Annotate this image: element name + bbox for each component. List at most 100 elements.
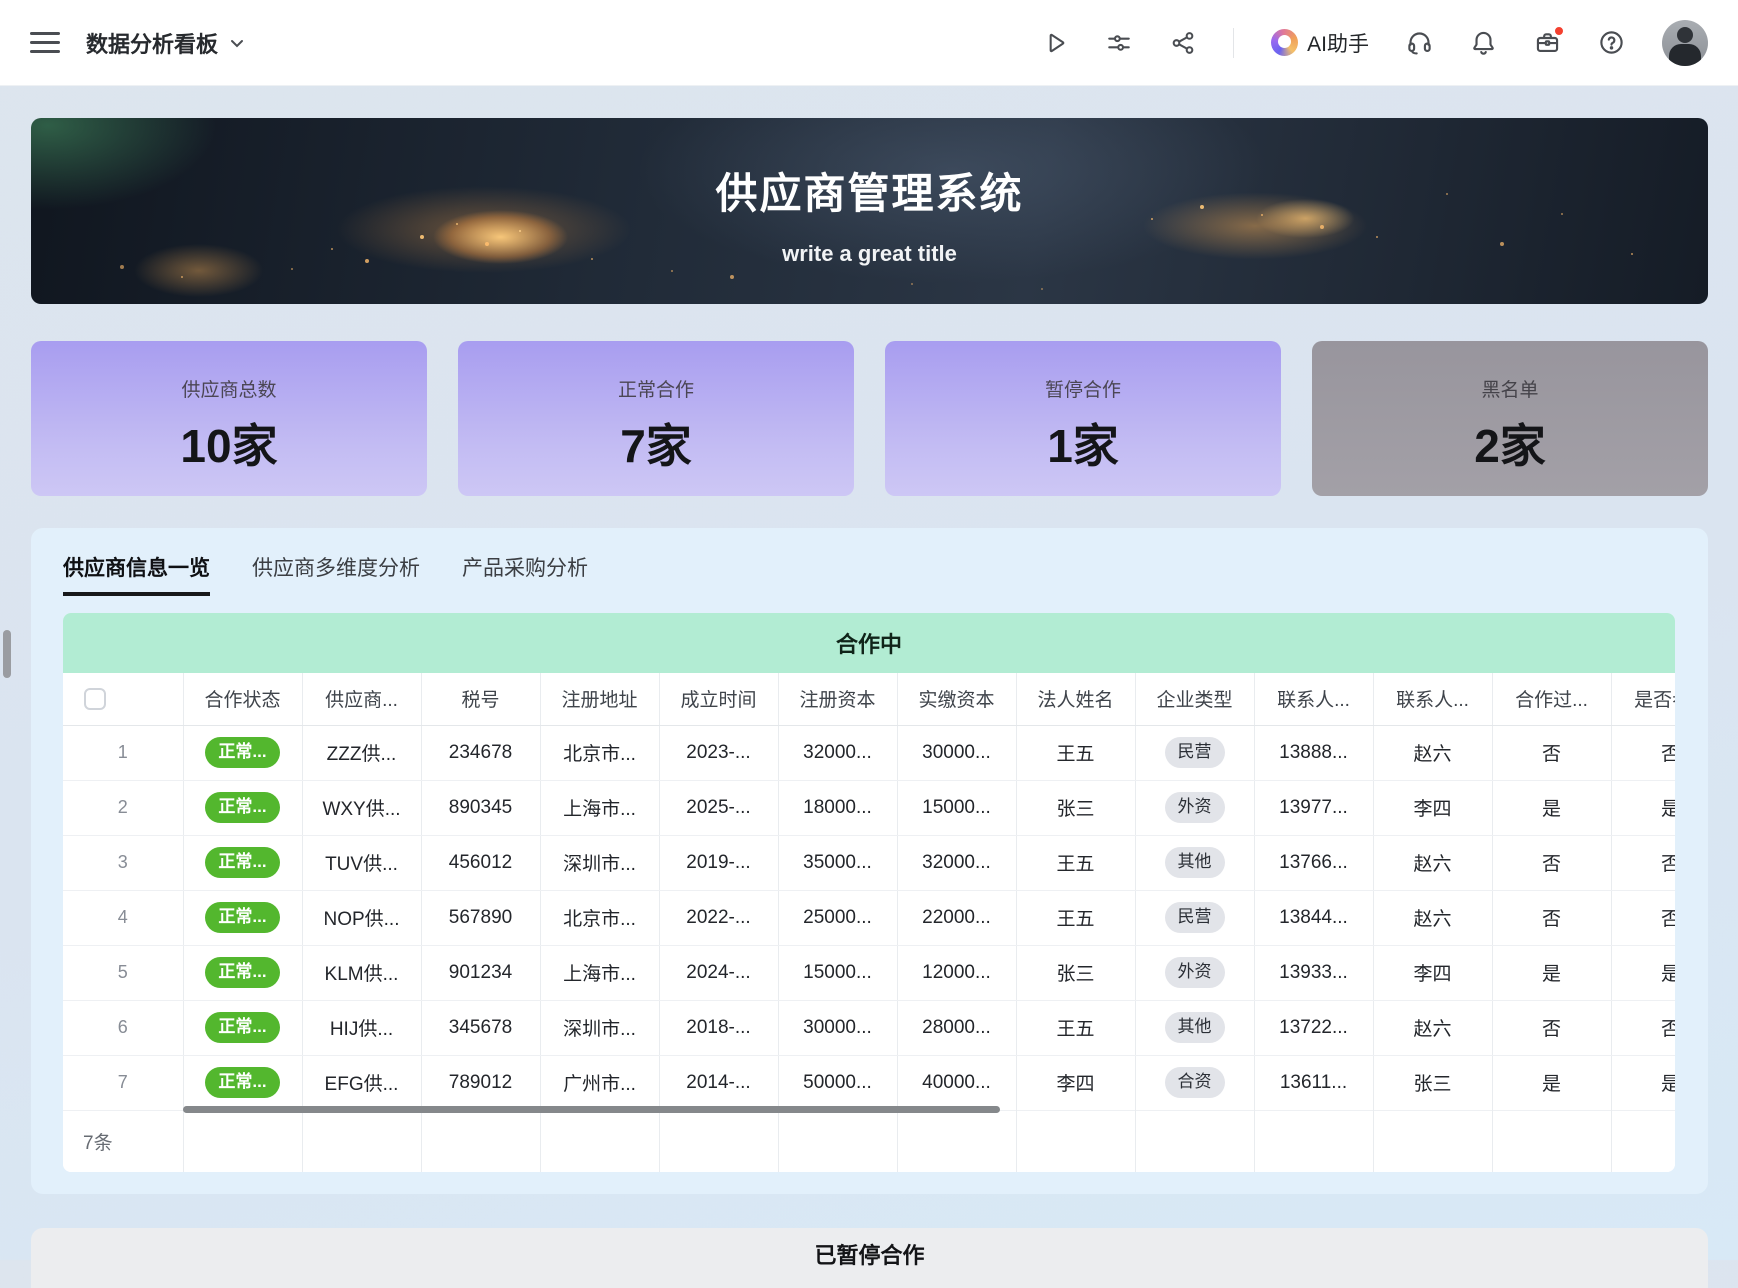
avatar[interactable] [1662,20,1708,66]
row-number[interactable]: 1 [63,725,183,780]
table-cell[interactable]: EFG供... [302,1055,421,1110]
table-cell[interactable]: 15000... [897,780,1016,835]
table-cell[interactable]: 2019-... [659,835,778,890]
table-row[interactable]: 7正常...EFG供...789012广州市...2014-...50000..… [63,1055,1675,1110]
enterprise-type-cell[interactable]: 其他 [1135,1000,1254,1055]
table-cell[interactable]: 13844... [1254,890,1373,945]
table-cell[interactable]: 13766... [1254,835,1373,890]
row-number[interactable]: 3 [63,835,183,890]
table-cell[interactable]: 35000... [778,835,897,890]
table-cell[interactable]: 否 [1492,890,1611,945]
table-cell[interactable]: 是 [1492,780,1611,835]
table-cell[interactable]: 是 [1611,780,1675,835]
table-cell[interactable]: 890345 [421,780,540,835]
bell-icon[interactable] [1470,29,1497,56]
table-cell[interactable]: ZZZ供... [302,725,421,780]
table-cell[interactable]: 2022-... [659,890,778,945]
table-cell[interactable]: 30000... [897,725,1016,780]
enterprise-type-cell[interactable]: 民营 [1135,725,1254,780]
table-cell[interactable]: 深圳市... [540,1000,659,1055]
table-cell[interactable]: 北京市... [540,725,659,780]
table-cell[interactable]: 22000... [897,890,1016,945]
column-header[interactable]: 法人姓名 [1016,673,1135,725]
table-row[interactable]: 4正常...NOP供...567890北京市...2022-...25000..… [63,890,1675,945]
column-header[interactable]: 实缴资本 [897,673,1016,725]
table-cell[interactable]: 12000... [897,945,1016,1000]
status-cell[interactable]: 正常... [183,1000,302,1055]
table-cell[interactable]: 否 [1611,1000,1675,1055]
table-cell[interactable]: 否 [1492,1000,1611,1055]
status-cell[interactable]: 正常... [183,1055,302,1110]
table-cell[interactable]: 13722... [1254,1000,1373,1055]
select-all-checkbox[interactable] [84,688,106,710]
enterprise-type-cell[interactable]: 外资 [1135,945,1254,1000]
table-cell[interactable]: WXY供... [302,780,421,835]
table-cell[interactable]: 28000... [897,1000,1016,1055]
table-cell[interactable]: 2018-... [659,1000,778,1055]
table-row[interactable]: 1正常...ZZZ供...234678北京市...2023-...32000..… [63,725,1675,780]
table-cell[interactable]: 是 [1492,945,1611,1000]
table-cell[interactable]: 13888... [1254,725,1373,780]
column-header[interactable]: 合作过... [1492,673,1611,725]
table-cell[interactable]: 32000... [897,835,1016,890]
table-cell[interactable]: 789012 [421,1055,540,1110]
column-header[interactable]: 注册地址 [540,673,659,725]
stat-card-blacklist[interactable]: 黑名单 2家 [1312,341,1708,496]
table-cell[interactable]: 25000... [778,890,897,945]
table-cell[interactable]: 上海市... [540,780,659,835]
table-cell[interactable]: 否 [1611,890,1675,945]
table-cell[interactable]: 广州市... [540,1055,659,1110]
table-cell[interactable]: HIJ供... [302,1000,421,1055]
table-cell[interactable]: 否 [1611,725,1675,780]
table-cell[interactable]: 345678 [421,1000,540,1055]
briefcase-icon[interactable] [1534,29,1561,56]
table-cell[interactable]: 王五 [1016,835,1135,890]
status-cell[interactable]: 正常... [183,890,302,945]
help-icon[interactable] [1598,29,1625,56]
table-cell[interactable]: 李四 [1373,945,1492,1000]
tab-supplier-overview[interactable]: 供应商信息一览 [63,552,210,596]
play-icon[interactable] [1041,29,1068,56]
table-cell[interactable]: KLM供... [302,945,421,1000]
table-cell[interactable]: 是 [1611,1055,1675,1110]
table-row[interactable]: 5正常...KLM供...901234上海市...2024-...15000..… [63,945,1675,1000]
table-cell[interactable]: 赵六 [1373,890,1492,945]
row-number[interactable]: 2 [63,780,183,835]
status-cell[interactable]: 正常... [183,945,302,1000]
table-cell[interactable]: 32000... [778,725,897,780]
table-cell[interactable]: 张三 [1016,945,1135,1000]
table-cell[interactable]: 30000... [778,1000,897,1055]
table-cell[interactable]: 是 [1611,945,1675,1000]
table-cell[interactable]: 张三 [1373,1055,1492,1110]
table-cell[interactable]: 否 [1492,725,1611,780]
table-cell[interactable]: 456012 [421,835,540,890]
headset-icon[interactable] [1406,29,1433,56]
row-number[interactable]: 5 [63,945,183,1000]
menu-icon[interactable] [30,28,60,58]
table-cell[interactable]: 18000... [778,780,897,835]
row-number[interactable]: 4 [63,890,183,945]
enterprise-type-cell[interactable]: 外资 [1135,780,1254,835]
stat-card-total-suppliers[interactable]: 供应商总数 10家 [31,341,427,496]
table-row[interactable]: 3正常...TUV供...456012深圳市...2019-...35000..… [63,835,1675,890]
table-row[interactable]: 2正常...WXY供...890345上海市...2025-...18000..… [63,780,1675,835]
table-cell[interactable]: 2025-... [659,780,778,835]
enterprise-type-cell[interactable]: 其他 [1135,835,1254,890]
table-cell[interactable]: 赵六 [1373,1000,1492,1055]
horizontal-scrollbar[interactable] [183,1106,1000,1113]
enterprise-type-cell[interactable]: 民营 [1135,890,1254,945]
table-cell[interactable]: 张三 [1016,780,1135,835]
table-row[interactable]: 6正常...HIJ供...345678深圳市...2018-...30000..… [63,1000,1675,1055]
table-cell[interactable]: 2014-... [659,1055,778,1110]
table-cell[interactable]: 上海市... [540,945,659,1000]
table-cell[interactable]: 50000... [778,1055,897,1110]
table-cell[interactable]: 李四 [1373,780,1492,835]
table-cell[interactable]: 567890 [421,890,540,945]
table-cell[interactable]: 赵六 [1373,725,1492,780]
table-cell[interactable]: 234678 [421,725,540,780]
table-cell[interactable]: 深圳市... [540,835,659,890]
table-cell[interactable]: 901234 [421,945,540,1000]
table-cell[interactable]: 否 [1611,835,1675,890]
vertical-scrollbar[interactable] [3,630,11,678]
stat-card-paused-cooperation[interactable]: 暂停合作 1家 [885,341,1281,496]
